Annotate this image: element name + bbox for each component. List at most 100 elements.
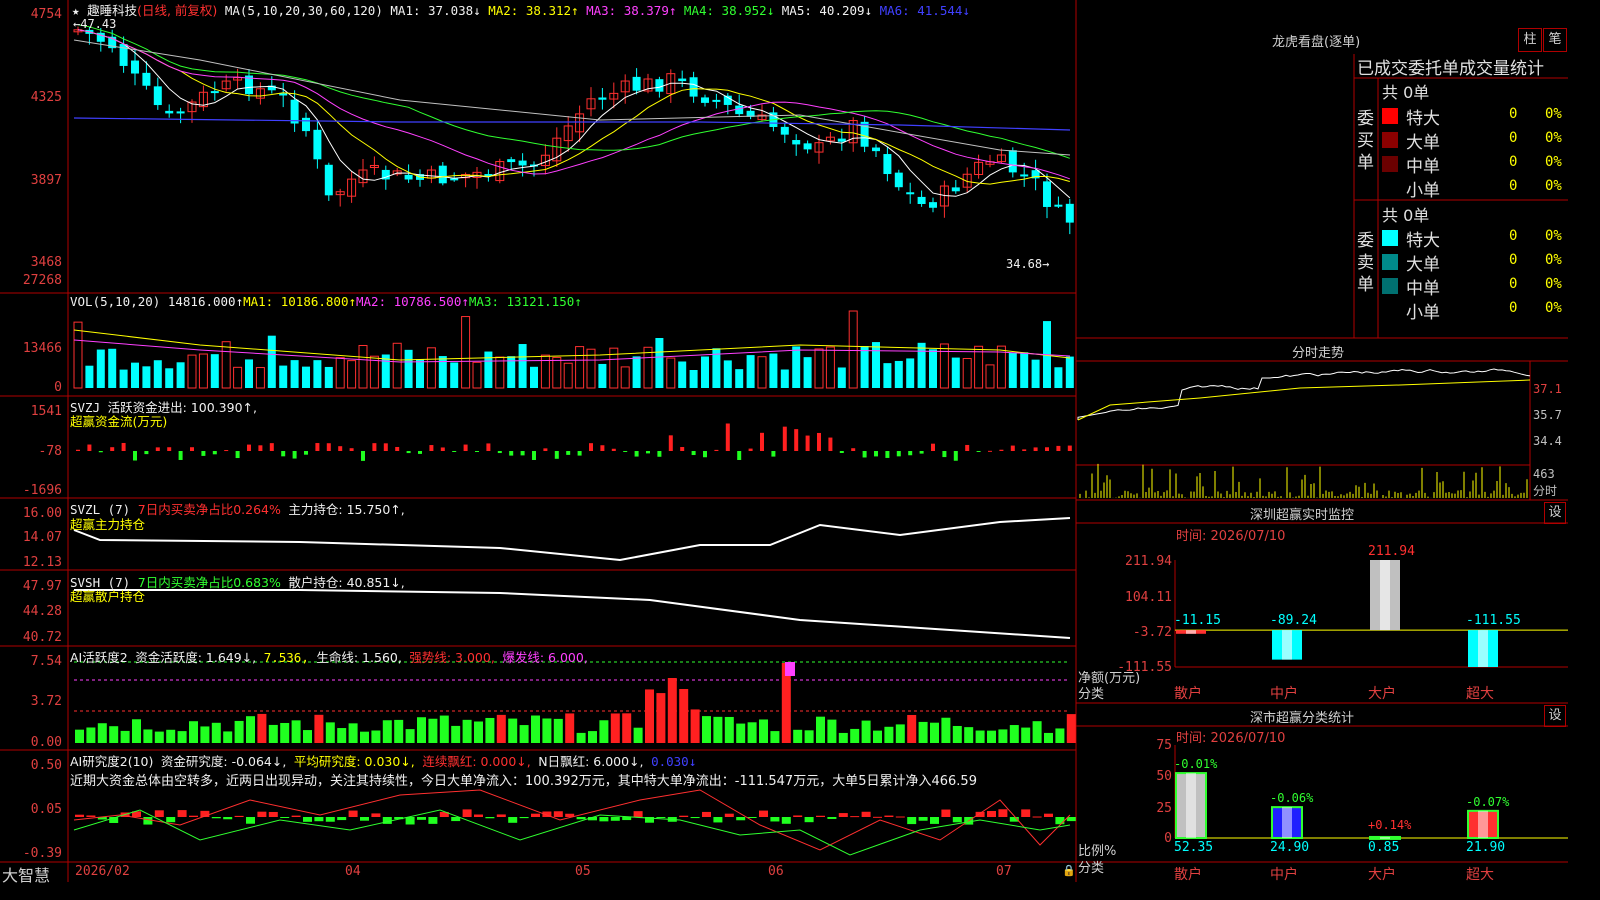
- volume-bar: [552, 356, 562, 389]
- activity-bar: [291, 720, 301, 743]
- flow-bar: [201, 451, 206, 456]
- ma2-value: MA2: 38.312↑: [488, 3, 579, 18]
- candle-body: [894, 172, 903, 188]
- bar-mode-button[interactable]: 柱: [1518, 28, 1542, 52]
- brand-logo[interactable]: 大智慧: [2, 862, 50, 886]
- intraday-axis-tick: 463: [1533, 467, 1555, 481]
- favorite-star-icon[interactable]: ★: [72, 3, 80, 18]
- volume-bar: [1031, 359, 1040, 388]
- ai-active-axis-tick: 3.72: [30, 694, 62, 709]
- sz-axis-tick: 104.11: [1125, 590, 1172, 605]
- sell-total: 共 0单: [1382, 206, 1430, 225]
- activity-bar: [610, 713, 620, 743]
- order-size-label: 特大: [1406, 231, 1440, 251]
- order-size-label: 小单: [1406, 181, 1440, 201]
- peak-marker: [785, 662, 795, 676]
- flow-bar: [338, 446, 343, 451]
- candle-body: [302, 117, 310, 132]
- candle-body: [404, 174, 413, 180]
- activity-bar: [656, 693, 666, 743]
- flow-bar: [668, 435, 673, 451]
- svsh-subtitle: 超赢散户持仓: [70, 589, 146, 604]
- activity-bar: [223, 731, 233, 743]
- research-bar: [314, 817, 324, 822]
- candle-body: [1008, 150, 1017, 173]
- volume-bar: [530, 366, 538, 388]
- volume-bar: [233, 366, 243, 389]
- high-marker: ←47.43: [73, 17, 117, 31]
- svzl-axis-tick: 14.07: [22, 530, 62, 545]
- volume-bar: [484, 351, 493, 388]
- activity-bar: [793, 729, 803, 743]
- candle-body: [780, 126, 789, 135]
- ma-line: [77, 24, 1070, 159]
- volume-bar: [723, 360, 732, 388]
- retail-hold-line: [74, 589, 1071, 639]
- activity-bar: [565, 713, 575, 743]
- activity-bar: [861, 720, 871, 743]
- activity-bar: [189, 721, 198, 743]
- flow-bar: [269, 443, 274, 451]
- flow-bar: [611, 448, 616, 451]
- activity-bar: [97, 723, 107, 743]
- sz-settings-button[interactable]: 设: [1544, 502, 1566, 524]
- research-bar: [907, 817, 917, 825]
- flow-bar: [395, 446, 400, 451]
- tick-mode-button[interactable]: 笔: [1543, 28, 1567, 52]
- candle-body: [837, 138, 846, 142]
- price-axis-tick: 3897: [30, 173, 62, 188]
- svzl-subtitle: 超赢主力持仓: [70, 517, 146, 532]
- flow-bar: [418, 451, 422, 454]
- dist-settings-button[interactable]: 设: [1544, 705, 1566, 727]
- research-bar: [781, 817, 791, 824]
- flow-bar: [304, 451, 308, 455]
- volume-bar: [279, 365, 288, 388]
- volume-bar: [598, 363, 607, 388]
- volume-bar: [255, 367, 265, 389]
- dist-change-value: -0.07%: [1466, 794, 1510, 809]
- activity-bar: [451, 725, 461, 743]
- period-label[interactable]: (日线, 前复权): [137, 3, 217, 18]
- activity-bar: [405, 729, 415, 743]
- flow-bar: [1067, 445, 1072, 451]
- svzl-axis-tick: 16.00: [22, 506, 62, 521]
- date-tick: 2026/02: [75, 864, 130, 879]
- flow-bar: [406, 451, 411, 454]
- activity-bar: [360, 731, 369, 743]
- ai-research-header: AI研究度2(10) 资金研究度: -0.064↓, 平均研究度: 0.030↓…: [70, 754, 697, 769]
- research-bar: [599, 817, 609, 822]
- volume-bar: [575, 346, 585, 389]
- flow-bar: [98, 451, 103, 453]
- research-bar: [770, 817, 780, 822]
- volume-bar: [769, 353, 778, 388]
- flow-bar: [839, 451, 844, 454]
- activity-bar: [428, 718, 438, 743]
- activity-bar: [553, 718, 563, 743]
- activity-bar: [348, 723, 358, 743]
- candle-body: [518, 160, 527, 166]
- activity-bar: [200, 726, 210, 743]
- research-bar: [531, 813, 540, 817]
- activity-bar: [816, 716, 825, 743]
- lock-icon[interactable]: 🔒: [1062, 864, 1076, 877]
- research-bar: [1066, 817, 1076, 822]
- order-count: 0: [1509, 252, 1518, 268]
- candle-body: [689, 77, 698, 97]
- flow-bar: [737, 451, 742, 460]
- stock-chart-canvas[interactable]: [0, 0, 1568, 882]
- research-bar: [405, 817, 415, 825]
- flow-bar: [361, 451, 365, 461]
- order-percent: 0%: [1545, 106, 1562, 122]
- order-size-swatch: [1382, 108, 1398, 124]
- ai-research-axis-tick: -0.39: [22, 846, 62, 861]
- flow-bar: [178, 451, 183, 460]
- date-tick: 05: [575, 864, 591, 879]
- flow-bar: [1056, 445, 1061, 451]
- activity-bar: [1021, 727, 1031, 743]
- flow-bar: [851, 448, 856, 451]
- flow-bar: [247, 444, 251, 451]
- research-bar: [360, 817, 369, 821]
- research-bar: [371, 813, 381, 817]
- volume-bar: [461, 316, 471, 389]
- volume-bar: [643, 346, 653, 389]
